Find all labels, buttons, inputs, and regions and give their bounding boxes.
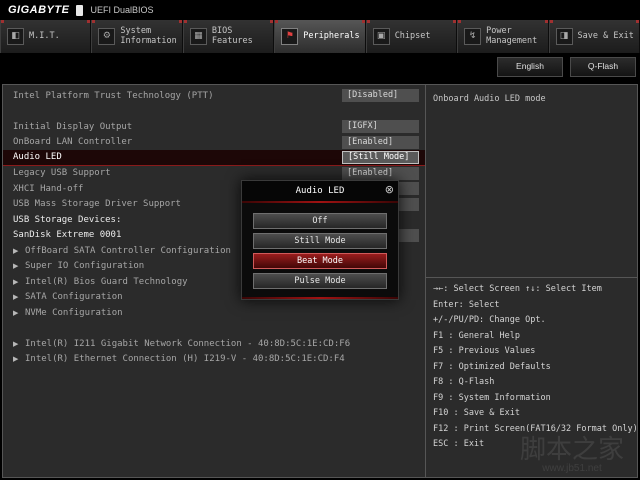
tab-label: Peripherals (303, 32, 359, 42)
setting-row-legacy-usb[interactable]: Legacy USB Support [Enabled] (3, 166, 425, 182)
dialog-title: Audio LED (296, 186, 345, 196)
system-information-icon: ⚙ (98, 28, 115, 45)
dialog-option-off[interactable]: Off (253, 213, 387, 229)
gigabyte-logo: GIGABYTE (8, 4, 69, 16)
setting-label: Initial Display Output (13, 122, 132, 132)
spacer (3, 321, 425, 337)
help-description: Onboard Audio LED mode (426, 85, 637, 113)
setting-value[interactable]: [Still Mode] (342, 151, 419, 164)
setting-value[interactable]: [Enabled] (342, 136, 419, 149)
setting-label: Intel(R) I211 Gigabit Network Connection… (25, 339, 350, 349)
top-brand-bar: GIGABYTE UEFI DualBIOS (0, 0, 640, 20)
tab-label: Save & Exit (578, 32, 634, 42)
close-icon[interactable]: ⊗ (385, 183, 394, 197)
key-legend: →←: Select Screen ↑↓: Select Item Enter:… (433, 282, 637, 453)
setting-row-onboard-lan[interactable]: OnBoard LAN Controller [Enabled] (3, 135, 425, 151)
spacer (3, 104, 425, 120)
setting-value[interactable]: [Disabled] (342, 89, 419, 102)
bios-features-icon: ▦ (190, 28, 207, 45)
submenu-arrow-icon: ▶ (13, 340, 20, 348)
setting-row-ptt[interactable]: Intel Platform Trust Technology (PTT) [D… (3, 88, 425, 104)
setting-label: Intel(R) Bios Guard Technology (25, 277, 188, 287)
tab-save-exit[interactable]: ◨ Save & Exit (549, 20, 640, 53)
power-icon: ↯ (464, 28, 481, 45)
setting-label: Audio LED (13, 152, 62, 162)
quick-bar: English Q-Flash (0, 53, 640, 84)
key-legend-line: F5 : Previous Values (433, 344, 637, 360)
tab-label: Power Management (486, 27, 544, 47)
key-legend-line: F10 : Save & Exit (433, 406, 637, 422)
tab-system-information[interactable]: ⚙ System Information (91, 20, 182, 53)
setting-label: OnBoard LAN Controller (13, 137, 132, 147)
setting-label: Legacy USB Support (13, 168, 111, 178)
tab-mit[interactable]: ◧ M.I.T. (0, 20, 91, 53)
tab-label: System Information (120, 27, 178, 47)
audio-led-dialog: Audio LED ⊗ Off Still Mode Beat Mode Pul… (241, 180, 399, 300)
setting-label: SanDisk Extreme 0001 (13, 230, 121, 240)
key-legend-line: ESC : Exit (433, 437, 637, 453)
setting-label: NVMe Configuration (25, 308, 123, 318)
setting-row-i219-ethernet[interactable]: ▶ Intel(R) Ethernet Connection (H) I219-… (3, 352, 425, 368)
submenu-arrow-icon: ▶ (13, 293, 20, 301)
help-sidebar: Onboard Audio LED mode →←: Select Screen… (425, 85, 637, 477)
gigabyte-logo-icon (76, 5, 83, 16)
submenu-arrow-icon: ▶ (13, 355, 20, 363)
submenu-arrow-icon: ▶ (13, 278, 20, 286)
setting-label: Intel Platform Trust Technology (PTT) (13, 91, 213, 101)
key-legend-line: F12 : Print Screen(FAT16/32 Format Only) (433, 422, 637, 438)
setting-label: Intel(R) Ethernet Connection (H) I219-V … (25, 354, 345, 364)
tab-peripherals[interactable]: ⚑ Peripherals (274, 20, 365, 53)
submenu-arrow-icon: ▶ (13, 309, 20, 317)
language-button[interactable]: English (497, 57, 563, 77)
chipset-icon: ▣ (373, 28, 390, 45)
save-exit-icon: ◨ (556, 28, 573, 45)
key-legend-line: F7 : Optimized Defaults (433, 360, 637, 376)
key-legend-line: +/-/PU/PD: Change Opt. (433, 313, 637, 329)
setting-label: Super IO Configuration (25, 261, 144, 271)
key-legend-line: →←: Select Screen ↑↓: Select Item (433, 282, 637, 298)
dialog-title-bar: Audio LED ⊗ (242, 181, 398, 203)
dialog-option-still-mode[interactable]: Still Mode (253, 233, 387, 249)
setting-row-nvme-config[interactable]: ▶ NVMe Configuration (3, 305, 425, 321)
setting-label: XHCI Hand-off (13, 184, 83, 194)
tab-bar: ◧ M.I.T. ⚙ System Information ▦ BIOS Fea… (0, 20, 640, 54)
key-legend-line: F1 : General Help (433, 329, 637, 345)
tab-label: Chipset (395, 32, 431, 42)
dialog-option-pulse-mode[interactable]: Pulse Mode (253, 273, 387, 289)
tab-chipset[interactable]: ▣ Chipset (366, 20, 457, 53)
setting-row-initial-display-output[interactable]: Initial Display Output [IGFX] (3, 119, 425, 135)
submenu-arrow-icon: ▶ (13, 262, 20, 270)
sidebar-divider (426, 277, 637, 278)
bios-product-name: UEFI DualBIOS (90, 5, 153, 15)
setting-label: SATA Configuration (25, 292, 123, 302)
setting-row-i211-network[interactable]: ▶ Intel(R) I211 Gigabit Network Connecti… (3, 336, 425, 352)
setting-label: USB Storage Devices: (13, 215, 121, 225)
tab-power-management[interactable]: ↯ Power Management (457, 20, 548, 53)
setting-label: OffBoard SATA Controller Configuration (25, 246, 231, 256)
setting-label: USB Mass Storage Driver Support (13, 199, 181, 209)
tab-label: M.I.T. (29, 32, 60, 42)
dialog-options: Off Still Mode Beat Mode Pulse Mode (242, 203, 398, 299)
key-legend-line: Enter: Select (433, 298, 637, 314)
tab-label: BIOS Features (212, 27, 270, 47)
qflash-button[interactable]: Q-Flash (570, 57, 636, 77)
mit-icon: ◧ (7, 28, 24, 45)
key-legend-line: F8 : Q-Flash (433, 375, 637, 391)
setting-value[interactable]: [IGFX] (342, 120, 419, 133)
setting-row-audio-led[interactable]: Audio LED [Still Mode] (3, 150, 425, 166)
tab-bios-features[interactable]: ▦ BIOS Features (183, 20, 274, 53)
peripherals-flag-icon: ⚑ (281, 28, 298, 45)
setting-value[interactable]: [Enabled] (342, 167, 419, 180)
submenu-arrow-icon: ▶ (13, 247, 20, 255)
bios-screen: GIGABYTE UEFI DualBIOS ◧ M.I.T. ⚙ System… (0, 0, 640, 480)
dialog-option-beat-mode[interactable]: Beat Mode (253, 253, 387, 269)
key-legend-line: F9 : System Information (433, 391, 637, 407)
